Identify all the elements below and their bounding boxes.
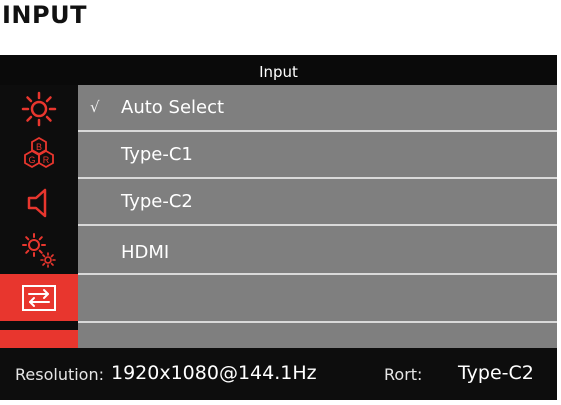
osd-menu: Input B G R √ Auto Select Type-C1 Type-C… (0, 55, 557, 400)
input-source-icon (22, 284, 56, 311)
option-empty (78, 275, 557, 320)
checkmark-icon: √ (90, 98, 100, 116)
resolution-label: Resolution: (15, 365, 104, 384)
option-label: Type-C1 (121, 144, 193, 165)
divider (78, 321, 557, 323)
sidebar-item-brightness[interactable] (0, 85, 78, 132)
osd-title: Input (0, 55, 557, 85)
option-label: Auto Select (121, 97, 225, 118)
option-label: HDMI (121, 242, 170, 263)
page-heading: INPUT (2, 1, 87, 29)
option-hdmi[interactable]: HDMI (78, 230, 557, 275)
option-type-c1[interactable]: Type-C1 (78, 132, 557, 177)
sidebar-item-settings[interactable] (0, 226, 78, 273)
rgb-letter-b: B (36, 142, 42, 152)
status-bar: Resolution: 1920x1080@144.1Hz Rort: Type… (0, 348, 557, 400)
sidebar-item-input-active[interactable] (0, 274, 78, 321)
settings-gear-icon (22, 232, 56, 268)
volume-icon (27, 188, 47, 217)
option-type-c2[interactable]: Type-C2 (78, 179, 557, 224)
resolution-value: 1920x1080@144.1Hz (111, 362, 317, 384)
options-panel: √ Auto Select Type-C1 Type-C2 HDMI (78, 85, 557, 348)
port-label: Rort: (384, 365, 423, 384)
sidebar-item-color[interactable]: B G R (0, 132, 78, 179)
sidebar-item-audio[interactable] (0, 179, 78, 226)
rgb-letter-r: R (43, 155, 50, 165)
rgb-letter-g: G (28, 155, 35, 165)
divider (78, 224, 557, 226)
option-label: Type-C2 (121, 191, 193, 212)
brightness-icon (21, 91, 57, 126)
port-value: Type-C2 (458, 362, 534, 384)
color-rgb-icon: B G R (24, 136, 54, 168)
option-auto-select[interactable]: √ Auto Select (78, 85, 557, 130)
